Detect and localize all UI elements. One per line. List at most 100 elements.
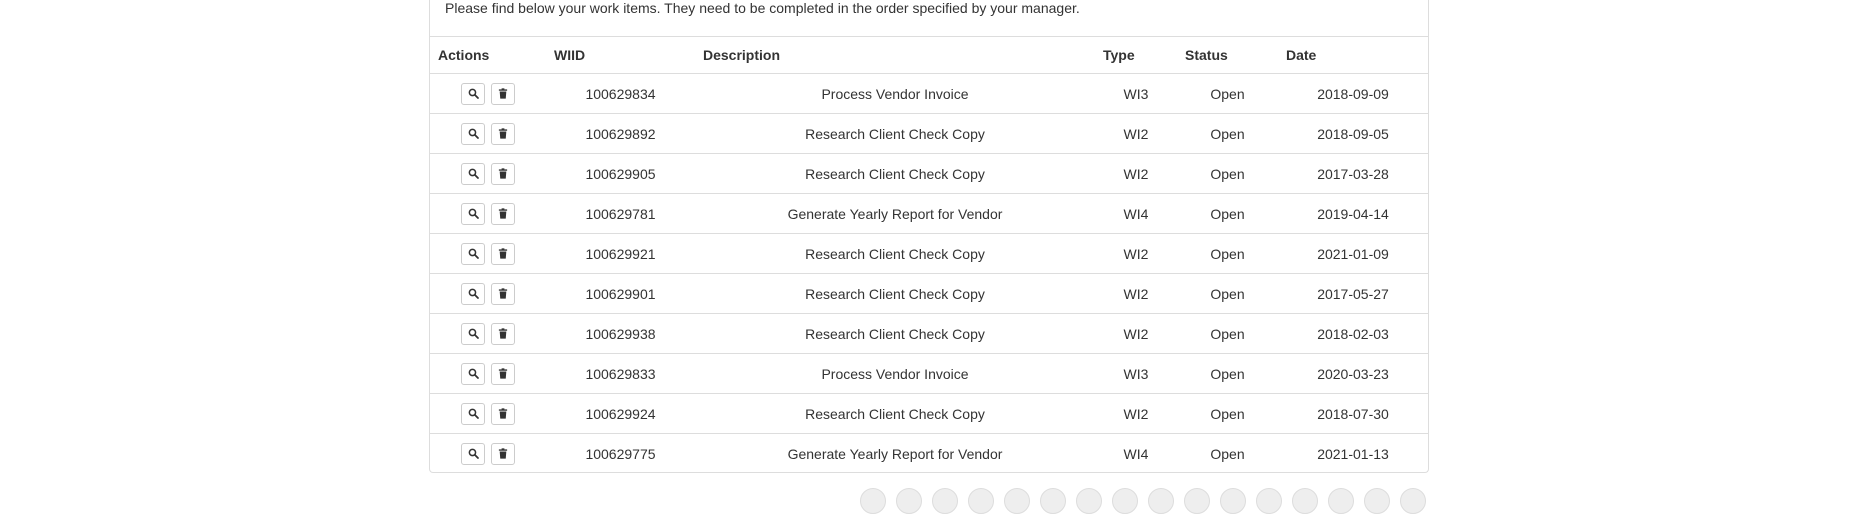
search-icon	[468, 128, 479, 139]
page-button[interactable]	[1112, 488, 1138, 514]
table-header-row: Actions WIID Description Type Status Dat…	[430, 36, 1428, 74]
search-icon	[468, 88, 479, 99]
view-button[interactable]	[461, 362, 486, 385]
page-button[interactable]	[1076, 488, 1102, 514]
cell-wiid: 100629775	[585, 445, 656, 462]
table-row: 100629924 Research Client Check Copy WI2…	[430, 393, 1428, 434]
row-actions	[430, 313, 546, 354]
cell-status: Open	[1177, 193, 1278, 234]
cell-status: Open	[1177, 233, 1278, 274]
page-button[interactable]	[1148, 488, 1174, 514]
row-actions	[430, 193, 546, 234]
header-wiid: WIID	[546, 36, 695, 74]
table-row: 100629938 Research Client Check Copy WI2…	[430, 313, 1428, 354]
row-actions	[430, 153, 546, 194]
cell-status: Open	[1177, 313, 1278, 354]
page-button[interactable]	[968, 488, 994, 514]
page-button[interactable]	[896, 488, 922, 514]
delete-button[interactable]	[490, 202, 515, 225]
cell-description: Generate Yearly Report for Vendor	[787, 445, 1003, 462]
table-row: 100629901 Research Client Check Copy WI2…	[430, 273, 1428, 314]
view-button[interactable]	[461, 442, 486, 465]
cell-date: 2021-01-13	[1317, 445, 1389, 462]
cell-wiid: 100629901	[546, 273, 695, 314]
view-button[interactable]	[461, 162, 486, 185]
delete-button[interactable]	[490, 82, 515, 105]
page-button[interactable]	[1004, 488, 1030, 514]
cell-type: WI4	[1123, 445, 1149, 462]
view-button[interactable]	[461, 322, 486, 345]
cell-status: Open	[1177, 273, 1278, 314]
view-button[interactable]	[461, 122, 486, 145]
page-button[interactable]	[1256, 488, 1282, 514]
page-button[interactable]	[932, 488, 958, 514]
delete-button[interactable]	[490, 242, 515, 265]
delete-button[interactable]	[490, 362, 515, 385]
trash-icon	[498, 408, 508, 419]
cell-description: Process Vendor Invoice	[695, 73, 1095, 114]
search-icon	[468, 208, 479, 219]
pagination	[860, 488, 1426, 518]
page-button[interactable]	[1184, 488, 1210, 514]
page-button[interactable]	[1328, 488, 1354, 514]
delete-button[interactable]	[490, 442, 515, 465]
table-row: 100629834 Process Vendor Invoice WI3 Ope…	[430, 73, 1428, 114]
search-icon	[468, 368, 479, 379]
cell-status: Open	[1177, 393, 1278, 434]
cell-date: 2018-09-09	[1278, 73, 1428, 114]
cell-wiid: 100629938	[546, 313, 695, 354]
page-button[interactable]	[1220, 488, 1246, 514]
cell-status: Open	[1177, 73, 1278, 114]
cell-type: WI2	[1095, 273, 1177, 314]
delete-button[interactable]	[490, 282, 515, 305]
table-row: 100629833 Process Vendor Invoice WI3 Ope…	[430, 353, 1428, 394]
cell-wiid: 100629833	[546, 353, 695, 394]
page-button[interactable]	[860, 488, 886, 514]
cell-description: Generate Yearly Report for Vendor	[695, 193, 1095, 234]
work-items-table: Actions WIID Description Type Status Dat…	[430, 36, 1428, 474]
work-items-panel: Please find below your work items. They …	[429, 0, 1429, 473]
view-button[interactable]	[461, 282, 486, 305]
cell-description: Research Client Check Copy	[695, 313, 1095, 354]
search-icon	[468, 288, 479, 299]
delete-button[interactable]	[490, 122, 515, 145]
table-row: 100629775 Generate Yearly Report for Ven…	[430, 434, 1428, 474]
cell-description: Research Client Check Copy	[695, 393, 1095, 434]
cell-description: Research Client Check Copy	[695, 113, 1095, 154]
cell-description: Research Client Check Copy	[695, 233, 1095, 274]
view-button[interactable]	[461, 202, 486, 225]
view-button[interactable]	[461, 242, 486, 265]
table-body: 100629834 Process Vendor Invoice WI3 Ope…	[430, 73, 1428, 474]
page-button[interactable]	[1400, 488, 1426, 514]
search-icon	[468, 448, 479, 460]
trash-icon	[498, 168, 508, 179]
search-icon	[468, 328, 479, 339]
intro-text: Please find below your work items. They …	[445, 0, 1080, 16]
page-button[interactable]	[1292, 488, 1318, 514]
cell-date: 2021-01-09	[1278, 233, 1428, 274]
trash-icon	[498, 88, 508, 99]
view-button[interactable]	[461, 82, 486, 105]
delete-button[interactable]	[490, 322, 515, 345]
row-actions	[430, 353, 546, 394]
view-button[interactable]	[461, 402, 486, 425]
cell-date: 2017-05-27	[1278, 273, 1428, 314]
cell-type: WI2	[1095, 113, 1177, 154]
delete-button[interactable]	[490, 162, 515, 185]
cell-status: Open	[1177, 113, 1278, 154]
cell-type: WI2	[1095, 233, 1177, 274]
header-actions: Actions	[430, 36, 546, 74]
trash-icon	[498, 248, 508, 259]
search-icon	[468, 168, 479, 179]
cell-description: Research Client Check Copy	[695, 273, 1095, 314]
delete-button[interactable]	[490, 402, 515, 425]
cell-type: WI2	[1095, 393, 1177, 434]
cell-type: WI3	[1095, 353, 1177, 394]
page-button[interactable]	[1364, 488, 1390, 514]
cell-wiid: 100629921	[546, 233, 695, 274]
cell-wiid: 100629924	[546, 393, 695, 434]
cell-description: Process Vendor Invoice	[695, 353, 1095, 394]
trash-icon	[498, 288, 508, 299]
cell-wiid: 100629834	[546, 73, 695, 114]
page-button[interactable]	[1040, 488, 1066, 514]
